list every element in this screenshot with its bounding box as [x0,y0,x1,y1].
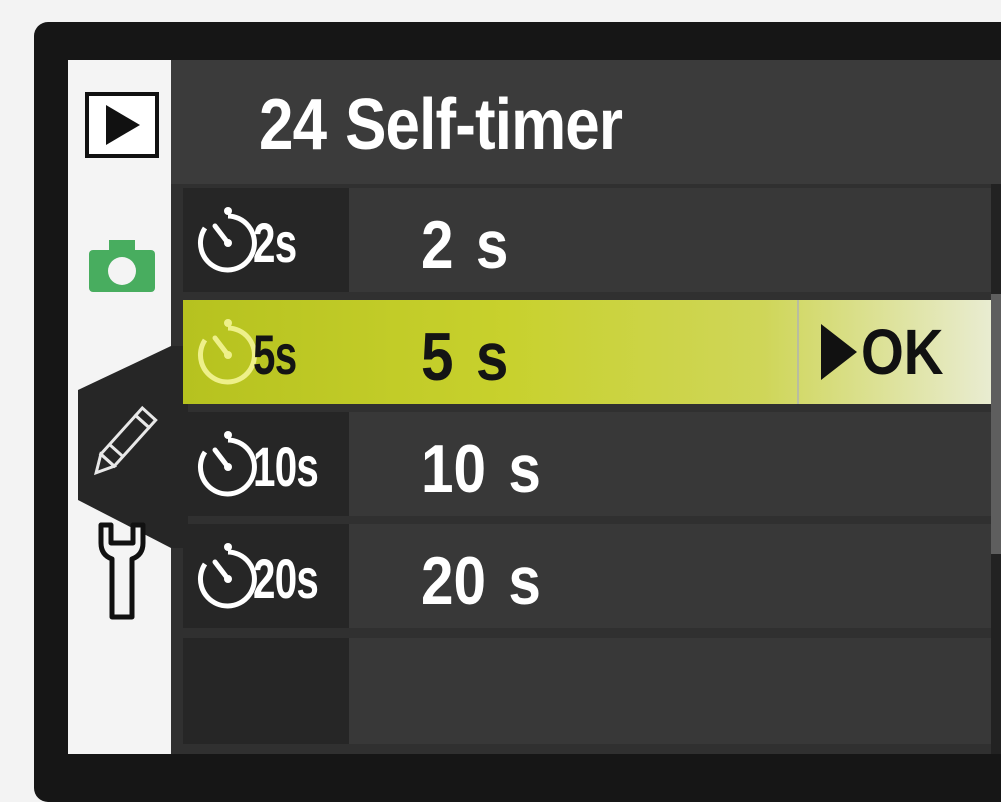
option-row-20s[interactable]: 20s 20 s [183,524,991,628]
scrollbar[interactable] [991,184,1001,754]
option-value-unit: s [475,319,509,395]
option-value: 10 s [421,430,541,508]
option-value-unit: s [508,543,541,619]
option-value: 20 s [421,542,541,620]
menu-title: Self-timer [345,85,623,165]
option-code: 5s [253,323,297,386]
option-row-5s[interactable]: 5s 5s OK [183,300,991,404]
menu-number: 24 [259,85,327,165]
option-value: 2s [421,206,508,284]
option-code-cell [183,638,349,744]
tab-playback[interactable] [82,90,162,160]
option-value-unit: s [508,431,541,507]
option-row-10s[interactable]: 10s 10 s [183,412,991,516]
option-value-unit: s [475,207,509,283]
option-value-number: 5 [421,319,454,395]
option-row-2s[interactable]: 2s 2s [183,188,991,292]
option-code: 20s [253,547,319,610]
menu-header: 24 Self-timer [171,60,1001,184]
page-title: 24 Self-timer [259,84,623,166]
option-value-number: 2 [421,207,454,283]
empty-row [183,638,991,744]
tab-custom-settings[interactable] [82,390,172,490]
wrench-icon [98,522,146,620]
option-value-number: 10 [421,431,487,507]
pencil-icon [94,405,158,476]
camera-icon [89,240,155,292]
option-code: 10s [253,435,319,498]
tab-shooting[interactable] [82,226,162,306]
ok-label: OK [861,316,944,388]
camera-menu-screen: 24 Self-timer 2s 2s 5s 5s OK 10s 10 s 20… [68,60,1001,754]
tab-setup[interactable] [82,516,162,626]
right-arrow-icon [821,324,857,380]
scrollbar-thumb[interactable] [991,294,1001,554]
ok-button[interactable]: OK [797,300,993,404]
play-icon [85,92,159,158]
option-value-number: 20 [421,543,487,619]
option-value: 5s [421,318,508,396]
option-code: 2s [253,211,297,274]
